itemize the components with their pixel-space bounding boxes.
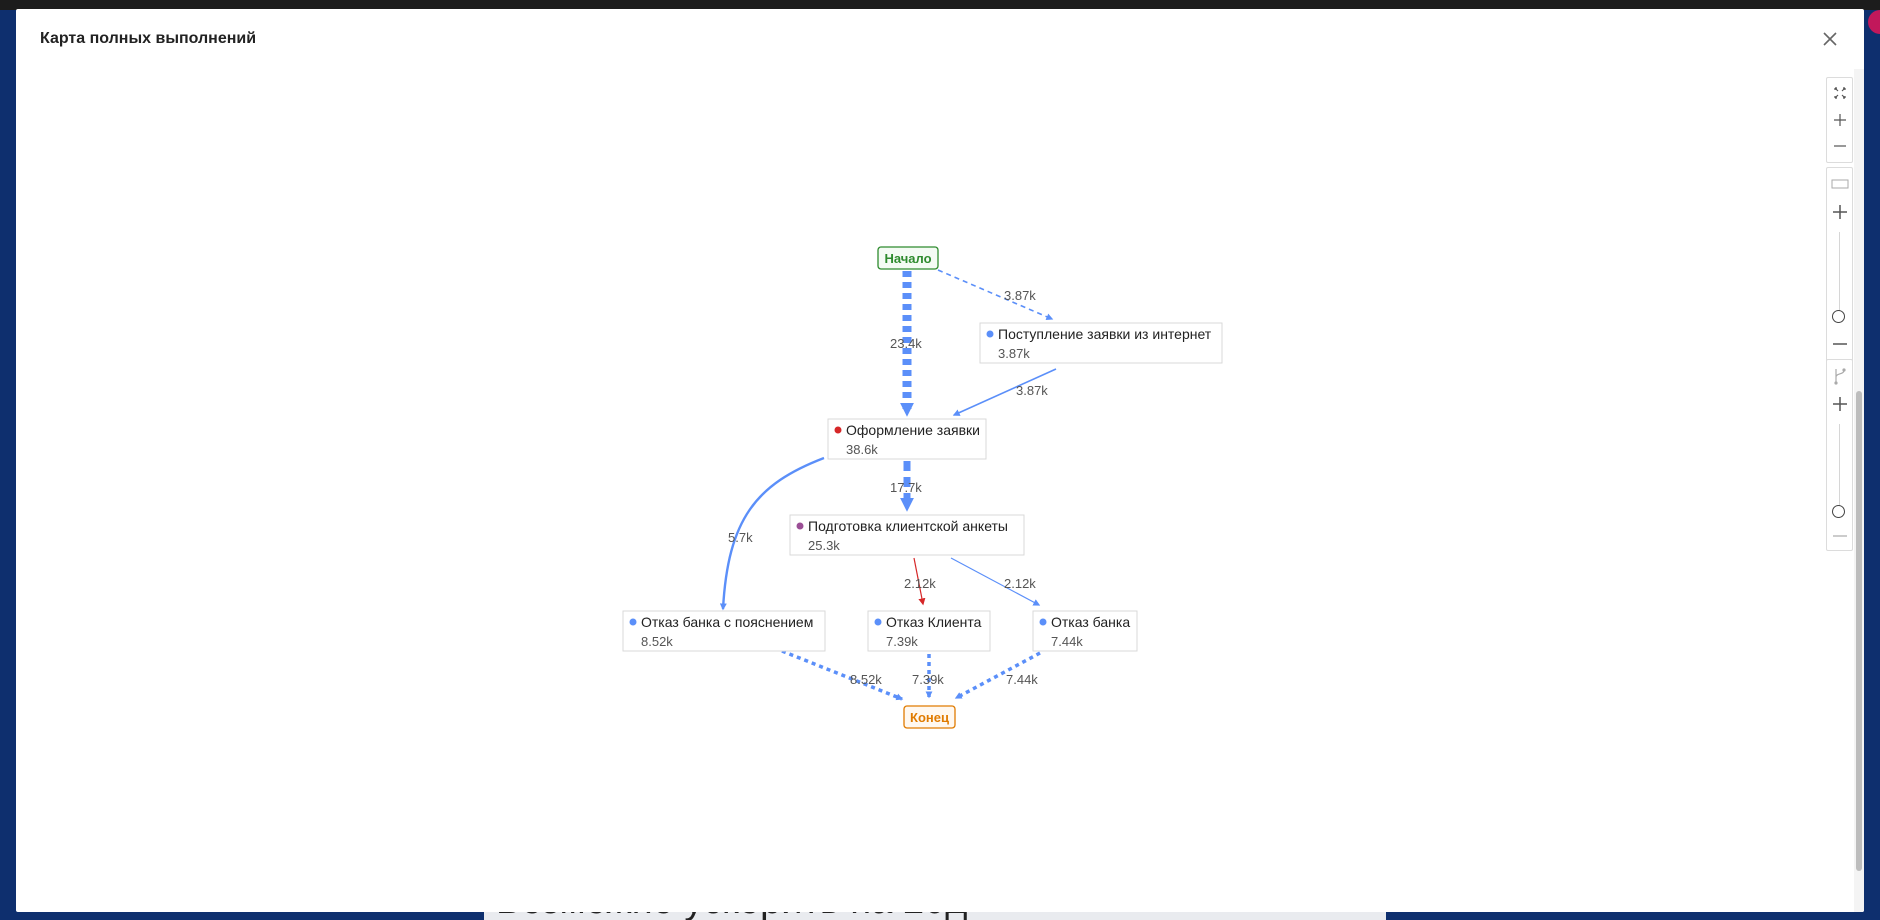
fit-screen-icon: [1833, 87, 1846, 99]
end-label: Конец: [910, 710, 949, 725]
activity-slider-minus[interactable]: [1827, 332, 1852, 356]
zoom-in-button[interactable]: [1827, 108, 1852, 132]
edge-label: 7.39k: [912, 672, 944, 687]
zoom-out-button[interactable]: [1827, 134, 1852, 158]
plus-icon: [1832, 205, 1847, 219]
node-otkazkl[interactable]: Отказ Клиента 7.39k: [867, 610, 991, 652]
activity-slider-control: [1826, 167, 1853, 363]
path-slider-plus[interactable]: [1827, 392, 1852, 416]
corner-indicator: [1868, 10, 1880, 34]
path-slider-toggle[interactable]: [1827, 364, 1852, 388]
edge-otkazpo-end[interactable]: [781, 649, 904, 701]
edge-label: 2.12k: [1004, 576, 1036, 591]
edge-label: 3.87k: [1016, 383, 1048, 398]
node-count: 8.52k: [641, 634, 673, 649]
node-title: Отказ банка с пояснением: [641, 614, 813, 630]
path-slider-track[interactable]: [1839, 424, 1840, 510]
minus-icon: [1832, 343, 1847, 345]
end-node[interactable]: Конец: [903, 705, 956, 729]
node-title: Оформление заявки: [846, 422, 980, 438]
path-slider-handle[interactable]: [1832, 505, 1845, 518]
node-otkazpo[interactable]: Отказ банка с пояснением 8.52k: [622, 610, 826, 652]
node-count: 25.3k: [808, 538, 840, 553]
node-title: Отказ банка: [1051, 614, 1130, 630]
activity-slider-track[interactable]: [1839, 232, 1840, 318]
path-slider-control: [1826, 359, 1853, 551]
activity-slider-toggle[interactable]: [1827, 172, 1852, 196]
node-count: 38.6k: [846, 442, 878, 457]
edge-label: 2.12k: [904, 576, 936, 591]
edge-label: 5.7k: [728, 530, 753, 545]
process-map-canvas[interactable]: 3.87k 23.4k 3.87k 17.7k 5.7k 2.12k 2.12k…: [16, 9, 1864, 912]
plus-icon: [1833, 114, 1846, 126]
plus-icon: [1832, 397, 1847, 411]
fit-screen-button[interactable]: [1827, 80, 1852, 104]
node-title: Поступление заявки из интернет: [998, 326, 1212, 342]
node-count: 3.87k: [998, 346, 1030, 361]
edge-label: 7.44k: [1006, 672, 1038, 687]
start-node[interactable]: Начало: [877, 246, 939, 270]
activity-slider-handle[interactable]: [1832, 310, 1845, 323]
edge-label: 17.7k: [890, 480, 922, 495]
rectangle-icon: [1831, 179, 1848, 189]
node-count: 7.44k: [1051, 634, 1083, 649]
minus-icon: [1833, 145, 1846, 147]
process-map-modal: Карта полных выполнений 3.87k 23.4k 3.87…: [16, 9, 1864, 912]
node-title: Отказ Клиента: [886, 614, 982, 630]
branch-icon: [1833, 368, 1846, 385]
node-internet[interactable]: Поступление заявки из интернет 3.87k: [979, 322, 1223, 364]
node-title: Подготовка клиентской анкеты: [808, 518, 1008, 534]
start-label: Начало: [884, 251, 931, 266]
minus-icon: [1832, 535, 1847, 537]
path-slider-minus[interactable]: [1827, 524, 1852, 548]
scrollbar-thumb[interactable]: [1856, 391, 1862, 871]
edge-label: 3.87k: [1004, 288, 1036, 303]
node-otkazb[interactable]: Отказ банка 7.44k: [1032, 610, 1138, 652]
activity-slider-plus[interactable]: [1827, 200, 1852, 224]
node-podg[interactable]: Подготовка клиентской анкеты 25.3k: [789, 514, 1025, 556]
node-count: 7.39k: [886, 634, 918, 649]
zoom-controls: [1826, 77, 1853, 163]
edge-label: 8.52k: [850, 672, 882, 687]
edge-label: 23.4k: [890, 336, 922, 351]
node-oform[interactable]: Оформление заявки 38.6k: [827, 418, 987, 460]
